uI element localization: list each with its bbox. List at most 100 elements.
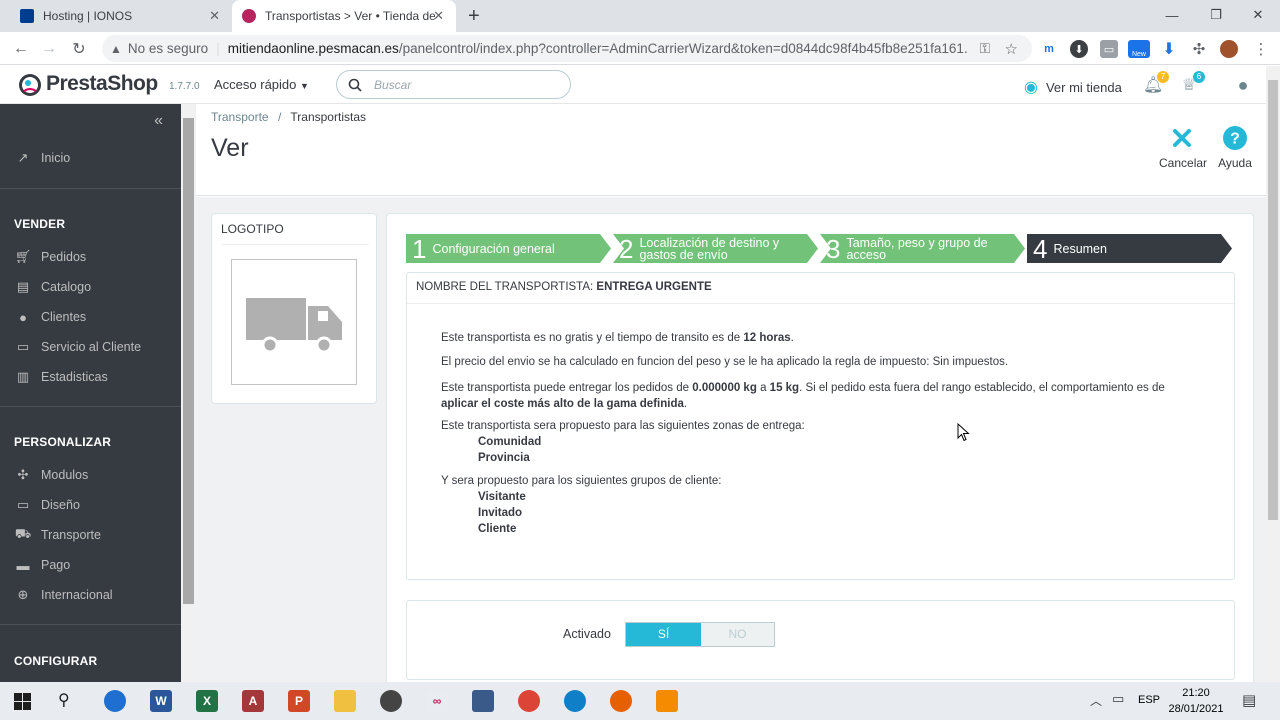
url-bar[interactable]: ▲ No es seguro | mitiendaonline.pesmacan… [102,35,1032,62]
wizard-step-4[interactable]: 4 Resumen [1027,234,1217,263]
back-icon[interactable]: ← [10,38,32,60]
step-label: Configuración general [432,241,555,256]
help-button[interactable]: ? Ayuda [1217,126,1253,170]
zone-item: Provincia [478,452,530,464]
sidebar-item-modulos[interactable]: ✣ Modulos [14,465,89,485]
access-icon[interactable]: A [242,690,264,712]
search-input[interactable]: Buscar [336,70,571,99]
new-tab-button[interactable]: + [468,5,480,28]
bar-chart-icon: ▥ [16,369,30,384]
breadcrumb-link[interactable]: Transporte [211,110,269,124]
summary-panel: NOMBRE DEL TRANSPORTISTA: ENTREGA URGENT… [406,272,1236,580]
view-store-link[interactable]: ◉ Ver mi tienda [1024,77,1122,97]
chat-icon: ▭ [16,339,30,354]
wizard-step-3[interactable]: 3 Tamaño, peso y grupo de acceso [820,234,1010,263]
weight-max: 15 kg [769,382,800,394]
powerpoint-icon[interactable]: P [288,690,310,712]
close-icon[interactable]: ✕ [433,8,444,24]
close-icon[interactable]: ✕ [209,8,220,24]
wizard-step-2[interactable]: 2 Localización de destino y gastos de env… [613,234,803,263]
close-window-icon[interactable]: ✕ [1236,0,1280,30]
excel-icon[interactable]: X [196,690,218,712]
prestashop-logo-icon[interactable] [18,73,42,97]
sidebar-item-clientes[interactable]: ● Clientes [14,307,86,327]
maximize-icon[interactable]: ❐ [1194,0,1238,30]
carrier-logo [231,259,357,385]
page-scrollbar[interactable] [1266,66,1280,682]
scrollbar-thumb[interactable] [183,118,194,604]
user-account-icon[interactable]: ● [1233,75,1253,95]
sidebar-item-estadisticas[interactable]: ▥ Estadisticas [14,367,108,387]
summary-text: . Si el pedido esta fuera del rango esta… [799,382,1165,394]
download-arrow-icon[interactable]: ⬇ [1160,40,1178,58]
sidebar-item-pedidos[interactable]: 🛒︎ Pedidos [14,247,86,267]
star-icon[interactable]: ☆ [1005,40,1018,58]
key-icon[interactable]: ⚿ [980,41,990,57]
sidebar-item-diseno[interactable]: ▭ Diseño [14,495,80,515]
tab-transportistas[interactable]: Transportistas > Ver • Tienda de ✕ [232,0,456,32]
active-toggle[interactable]: SÍ NO [625,622,775,647]
prestashop-logo-text[interactable]: PrestaShop [46,72,158,96]
url-path: /panelcontrol/index.php?controller=Admin… [398,41,968,56]
extension-new-icon[interactable]: New [1128,40,1150,58]
vlc-icon[interactable] [656,690,678,712]
truck-icon [246,298,342,354]
sidebar-item-servicio[interactable]: ▭ Servicio al Cliente [14,337,141,357]
divider [221,244,369,245]
download-circle-icon[interactable]: ⬇ [1070,40,1088,58]
sidebar-item-inicio[interactable]: ↗ Inicio [14,148,71,168]
cortana-icon[interactable] [104,690,126,712]
extension-m-icon[interactable]: m [1040,40,1058,58]
chrome-icon[interactable] [518,690,540,712]
windows-start-icon[interactable] [14,693,31,710]
sidebar-item-label: Pago [41,558,71,572]
file-explorer-icon[interactable] [334,690,356,712]
toggle-no[interactable]: NO [701,623,774,646]
reload-icon[interactable]: ↻ [68,38,90,60]
app-monitor-icon[interactable] [472,690,494,712]
puzzle-icon: ✣ [17,467,29,482]
word-icon[interactable]: W [150,690,172,712]
notifications-icon[interactable]: ▤ [1242,691,1256,709]
summary-weight-line: Este transportista puede entregar los pe… [441,380,1201,412]
divider [407,303,1236,304]
extensions-puzzle-icon[interactable]: ✣ [1190,40,1208,58]
forward-icon[interactable]: → [38,38,60,60]
minimize-icon[interactable]: — [1150,0,1194,30]
firefox-icon[interactable] [610,690,632,712]
clock[interactable]: 21:20 28/01/2021 [1166,685,1226,717]
sidebar-item-internacional[interactable]: ⊕ Internacional [14,585,113,605]
quick-access-dropdown[interactable]: Acceso rápido ▼ [214,77,309,92]
bell-icon[interactable]: 🔔︎ 7 [1143,71,1169,95]
chevron-up-icon[interactable]: ︿ [1090,692,1102,709]
collapse-sidebar-icon[interactable]: « [154,112,163,130]
language-indicator[interactable]: ESP [1138,694,1160,706]
extension-window-icon[interactable]: ▭ [1100,40,1118,58]
tab-ionos[interactable]: Hosting | IONOS ✕ [10,0,232,32]
group-item: Visitante [478,491,526,503]
sidebar-item-label: Estadisticas [41,370,108,384]
search-icon[interactable]: ⚲ [58,690,70,710]
app-scribble-icon[interactable]: ∞ [426,690,448,712]
summary-text: . [790,332,794,344]
security-label: No es seguro [127,41,209,56]
edge-icon[interactable] [564,690,586,712]
sidebar-item-label: Inicio [41,151,71,165]
scrollbar-thumb[interactable] [1268,80,1278,520]
wizard-step-1[interactable]: 1 Configuración general [406,234,600,263]
trophy-icon[interactable]: ♕ 6 [1179,71,1205,95]
carrier-name-label: NOMBRE DEL TRANSPORTISTA: [416,281,594,293]
battery-icon[interactable]: ▭ [1112,691,1124,707]
sidebar-item-catalogo[interactable]: ▤ Catalogo [14,277,91,297]
sidebar-item-label: Modulos [41,468,89,482]
profile-avatar[interactable] [1220,40,1238,58]
group-item: Cliente [478,523,517,535]
sidebar-item-transporte[interactable]: ⛟ Transporte [14,525,101,545]
summary-text: Este transportista puede entregar los pe… [441,382,690,394]
menu-dots-icon[interactable]: ⋮ [1252,40,1270,58]
sidebar-item-pago[interactable]: ▬ Pago [14,555,71,575]
sidebar-scrollbar[interactable] [181,104,196,682]
toggle-yes[interactable]: SÍ [626,623,701,646]
cancel-button[interactable]: Cancelar [1159,126,1207,170]
app-red-circle-icon[interactable] [380,690,402,712]
